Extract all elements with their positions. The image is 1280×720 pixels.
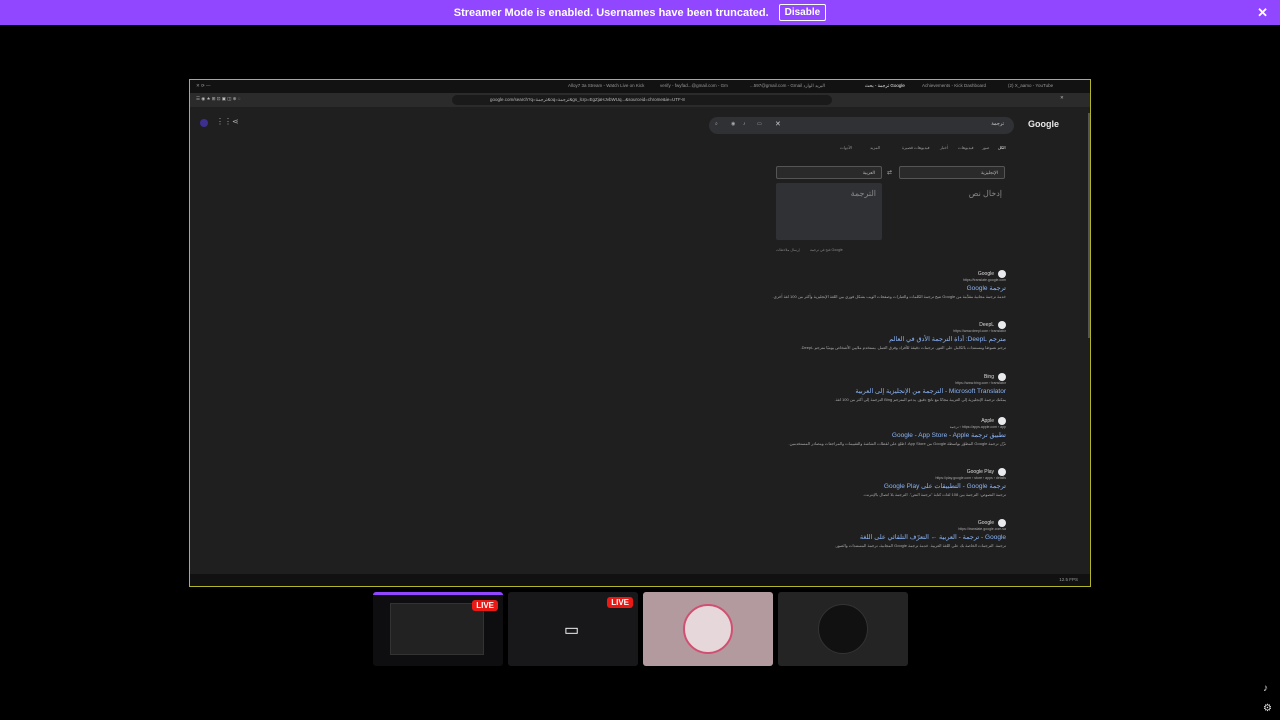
stream-preview: ✕ ⟳ — Alloy7 3a Stream - Watch Live on K… (189, 79, 1091, 587)
result-site: Google Play (966, 469, 994, 475)
scrollbar[interactable] (1088, 113, 1090, 338)
result-snippet: ترجمة. الترجمات الخاصة بك على اللغة العر… (834, 543, 1006, 548)
result-title[interactable]: ترجمة Google (766, 284, 1006, 292)
guest-avatar (818, 604, 868, 654)
target-language-select[interactable]: العربية (776, 166, 882, 179)
search-icon[interactable]: ⌕ (715, 121, 718, 127)
result-title[interactable]: Microsoft Translator - الترجمة من الإنجل… (766, 387, 1006, 395)
desktop-cam[interactable]: ▭ LIVE (508, 592, 638, 666)
result-snippet: يمكنك ترجمة الإنجليزية إلى العربية مجانً… (834, 397, 1006, 402)
status-text: 12.5 FPS (1059, 577, 1078, 582)
open-in-translate-link[interactable]: فتح في ترجمة Google (810, 248, 843, 252)
search-query: ترجمة (991, 121, 1004, 127)
result-url[interactable]: https://apps.apple.com › app › ترجمة (766, 425, 1006, 429)
result-url[interactable]: https://translate.google.com.sa (766, 527, 1006, 531)
tab-news[interactable]: أخبار (940, 145, 948, 150)
search-result: Google Play https://play.google.com › st… (766, 468, 1006, 498)
screen-thumbnail (390, 603, 484, 655)
result-site: Google (977, 520, 994, 526)
monitor-icon: ▭ (564, 622, 580, 639)
disable-button[interactable]: Disable (778, 4, 827, 21)
result-title[interactable]: تطبيق ترجمة Google - App Store - Apple (766, 431, 1006, 439)
search-result: Google https://translate.google.com ترجم… (766, 270, 1006, 300)
google-logo: Google (1028, 119, 1059, 129)
streamer-mode-banner: Streamer Mode is enabled. Usernames have… (0, 0, 1280, 25)
screen-share-cam[interactable]: LIVE (373, 592, 503, 666)
site-favicon-icon (998, 519, 1006, 527)
result-url[interactable]: https://www.bing.com › translator (766, 381, 1006, 385)
result-snippet: خدمة ترجمة مجانية مقدَّمة من Google تتيح… (772, 294, 1006, 299)
result-url[interactable]: https://www.deepl.com › translator (766, 329, 1006, 333)
result-snippet: ترجمة النصوص: الترجمة بين 108 لغات كتابة… (863, 492, 1006, 497)
guest-cam-2[interactable] (778, 592, 908, 666)
status-bar: 12.5 FPS (190, 574, 1090, 586)
browser-tab-active[interactable]: ترجمة - بحث Google (865, 83, 905, 89)
source-text-input[interactable]: إدخال نص (950, 189, 1002, 198)
result-title[interactable]: ترجمة Google - التطبيقات على Google Play (766, 482, 1006, 490)
site-favicon-icon (998, 417, 1006, 425)
tab-images[interactable]: صور (982, 145, 989, 150)
site-favicon-icon (998, 321, 1006, 329)
result-url[interactable]: https://play.google.com › store › apps ›… (766, 476, 1006, 480)
window-control-icon[interactable]: ✕ ⟳ — (196, 83, 211, 89)
search-result: Google https://translate.google.com.sa G… (766, 519, 1006, 549)
result-snippet: نزّل ترجمة Google المطوّر بواسطة Google … (788, 441, 1006, 446)
feedback-link[interactable]: إرسال ملاحظات (776, 248, 800, 252)
apps-grid-icon[interactable]: ⋮⋮ (216, 117, 232, 126)
translation-output: الترجمة (776, 183, 882, 240)
tab-videos[interactable]: فيديوهات (958, 145, 974, 150)
site-favicon-icon (998, 270, 1006, 278)
address-bar[interactable]: google.com/search?q=ترجمة&oq=ترجمة&gs_lc… (452, 95, 832, 105)
tab-tools[interactable]: الأدوات (840, 145, 852, 150)
live-badge: LIVE (607, 597, 633, 608)
browser-tab[interactable]: Achievements - Kick Dashboard (922, 83, 986, 88)
site-favicon-icon (998, 468, 1006, 476)
result-site: Bing (983, 374, 994, 380)
mic-icon[interactable]: ♪ (743, 121, 746, 127)
browser-toolbar: ☰ ◉ ★ ⊞ ⊡ ▣ ◫ ⊕ ◌ google.com/search?q=تر… (190, 93, 1090, 107)
banner-message: Streamer Mode is enabled. Usernames have… (453, 6, 769, 19)
source-language-select[interactable]: الإنجليزية (899, 166, 1005, 179)
share-icon[interactable]: ⋖ (232, 117, 239, 126)
guest-avatar (683, 604, 733, 654)
google-results-page: ⋮⋮ ⋖ ⌕ ◉ ♪ ▭ ✕ ترجمة Google الكل صور فيد… (190, 107, 1090, 574)
tab-all[interactable]: الكل (998, 145, 1006, 150)
live-badge: LIVE (472, 600, 498, 611)
extension-icons[interactable]: ☰ ◉ ★ ⊞ ⊡ ▣ ◫ ⊕ ◌ (196, 96, 241, 102)
settings-icon[interactable]: ⚙ (1263, 703, 1272, 714)
browser-tab[interactable]: Alloy7 3a Stream - Watch Live on Kick (568, 83, 644, 88)
result-site: Apple (981, 418, 994, 424)
browser-tab-strip: ✕ ⟳ — Alloy7 3a Stream - Watch Live on K… (190, 80, 1090, 93)
translation-placeholder: الترجمة (850, 189, 876, 198)
result-snippet: ترجم نصوصًا ومستندات بالكامل على الفور. … (800, 345, 1006, 350)
tab-more[interactable]: المزيد (870, 145, 880, 150)
close-icon[interactable]: ✕ (1060, 95, 1064, 101)
mic-icon[interactable]: ♪ (1263, 683, 1268, 694)
result-site: DeepL (979, 322, 994, 328)
search-result: Apple https://apps.apple.com › app › ترج… (766, 417, 1006, 447)
search-result: DeepL https://www.deepl.com › translator… (766, 321, 1006, 351)
browser-tab[interactable]: verify - fwyfad...@gmail.com - Gm (660, 83, 728, 88)
search-result: Bing https://www.bing.com › translator M… (766, 373, 1006, 403)
keyboard-icon[interactable]: ▭ (757, 121, 762, 127)
close-icon[interactable]: ✕ (1257, 5, 1268, 21)
search-input[interactable]: ⌕ ◉ ♪ ▭ ✕ ترجمة (709, 117, 1014, 134)
site-favicon-icon (998, 373, 1006, 381)
guest-cam-1[interactable] (643, 592, 773, 666)
browser-tab[interactable]: ...597@gmail.com - Gmail البريد الوارد (750, 83, 825, 89)
camera-icon[interactable]: ◉ (731, 121, 735, 127)
browser-tab[interactable]: (2) X_aamo - YouTube (1008, 83, 1053, 88)
result-url[interactable]: https://translate.google.com (766, 278, 1006, 282)
result-title[interactable]: مترجم DeepL: أداة الترجمة الأدق في العال… (766, 335, 1006, 343)
swap-languages-icon[interactable]: ⇄ (887, 169, 892, 176)
result-site: Google (977, 271, 994, 277)
clear-icon[interactable]: ✕ (775, 120, 781, 128)
tab-shorts[interactable]: فيديوهات قصيرة (902, 145, 930, 150)
result-title[interactable]: Google - ترجمة - العربية ← التعرّف التلق… (766, 533, 1006, 541)
avatar[interactable] (200, 119, 208, 127)
